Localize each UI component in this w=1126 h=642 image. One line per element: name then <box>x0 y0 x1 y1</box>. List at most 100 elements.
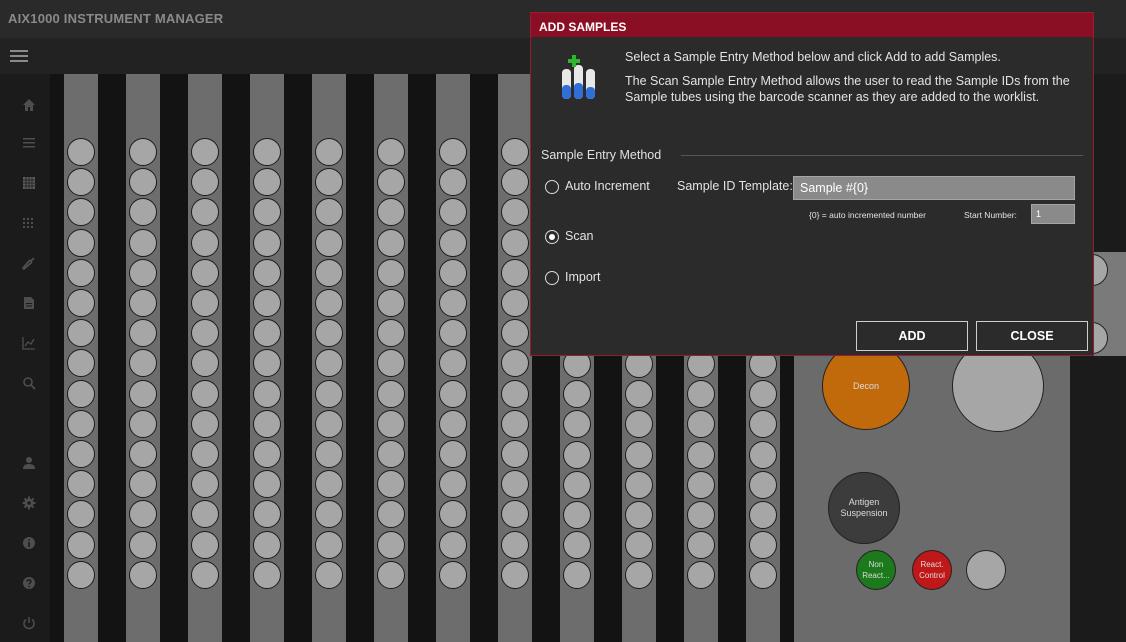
sample-well[interactable] <box>191 168 219 196</box>
sample-well[interactable] <box>625 531 653 559</box>
sample-well[interactable] <box>191 561 219 589</box>
sample-well[interactable] <box>253 500 281 528</box>
sample-well[interactable] <box>191 531 219 559</box>
sample-well[interactable] <box>67 380 95 408</box>
sample-well[interactable] <box>67 410 95 438</box>
sample-well[interactable] <box>377 198 405 226</box>
sample-well[interactable] <box>439 168 467 196</box>
sample-well[interactable] <box>439 289 467 317</box>
sample-well[interactable] <box>315 349 343 377</box>
sample-well[interactable] <box>501 168 529 196</box>
plate-grid-icon[interactable] <box>22 176 36 190</box>
sample-well[interactable] <box>439 198 467 226</box>
sample-well[interactable] <box>191 229 219 257</box>
sample-well[interactable] <box>67 531 95 559</box>
sample-well[interactable] <box>315 259 343 287</box>
sample-well[interactable] <box>315 380 343 408</box>
sample-well[interactable] <box>563 380 591 408</box>
sample-well[interactable] <box>253 168 281 196</box>
sample-well[interactable] <box>129 470 157 498</box>
sample-well[interactable] <box>129 259 157 287</box>
sample-well[interactable] <box>625 410 653 438</box>
sample-well[interactable] <box>501 561 529 589</box>
sample-well[interactable] <box>749 471 777 499</box>
sample-well[interactable] <box>129 500 157 528</box>
sample-well[interactable] <box>377 380 405 408</box>
sample-well[interactable] <box>315 319 343 347</box>
sample-well[interactable] <box>563 531 591 559</box>
sample-well[interactable] <box>501 259 529 287</box>
sample-well[interactable] <box>67 561 95 589</box>
sample-well[interactable] <box>129 531 157 559</box>
gear-icon[interactable] <box>22 496 36 510</box>
sample-well[interactable] <box>439 138 467 166</box>
sample-well[interactable] <box>687 410 715 438</box>
sample-well[interactable] <box>439 500 467 528</box>
sample-well[interactable] <box>377 410 405 438</box>
sample-well[interactable] <box>253 198 281 226</box>
sample-well[interactable] <box>129 138 157 166</box>
sample-well[interactable] <box>253 349 281 377</box>
sample-well[interactable] <box>67 229 95 257</box>
sample-well[interactable] <box>439 259 467 287</box>
sample-well[interactable] <box>253 531 281 559</box>
sample-well[interactable] <box>191 138 219 166</box>
sample-well[interactable] <box>191 380 219 408</box>
sample-well[interactable] <box>67 198 95 226</box>
sample-well[interactable] <box>67 440 95 468</box>
sample-well[interactable] <box>501 500 529 528</box>
menu-icon[interactable] <box>10 50 28 62</box>
sample-well[interactable] <box>501 319 529 347</box>
sample-well[interactable] <box>315 470 343 498</box>
sample-well[interactable] <box>377 168 405 196</box>
sample-well[interactable] <box>501 470 529 498</box>
sample-well[interactable] <box>315 168 343 196</box>
sample-well[interactable] <box>191 410 219 438</box>
sample-well[interactable] <box>253 319 281 347</box>
home-icon[interactable] <box>22 98 36 112</box>
sample-well[interactable] <box>687 441 715 469</box>
sample-well[interactable] <box>501 229 529 257</box>
sample-well[interactable] <box>439 470 467 498</box>
sample-well[interactable] <box>687 501 715 529</box>
user-icon[interactable] <box>22 456 36 470</box>
sample-well[interactable] <box>67 319 95 347</box>
sample-well[interactable] <box>377 229 405 257</box>
info-icon[interactable] <box>22 536 36 550</box>
antigen-suspension-reagent[interactable]: Antigen Suspension <box>828 472 900 544</box>
sample-well[interactable] <box>439 229 467 257</box>
sample-well[interactable] <box>129 410 157 438</box>
sample-well[interactable] <box>315 289 343 317</box>
sample-well[interactable] <box>439 561 467 589</box>
sample-well[interactable] <box>563 441 591 469</box>
sample-well[interactable] <box>191 289 219 317</box>
sample-well[interactable] <box>501 380 529 408</box>
sample-well[interactable] <box>501 289 529 317</box>
power-icon[interactable] <box>22 616 36 630</box>
sample-well[interactable] <box>315 500 343 528</box>
reactive-control[interactable]: React. Control <box>912 550 952 590</box>
sample-well[interactable] <box>253 561 281 589</box>
sample-well[interactable] <box>687 380 715 408</box>
sample-well[interactable] <box>687 531 715 559</box>
sample-well[interactable] <box>687 471 715 499</box>
list-icon[interactable] <box>22 136 36 150</box>
import-radio[interactable] <box>545 271 559 285</box>
start-number-input[interactable] <box>1031 204 1075 224</box>
sample-well[interactable] <box>253 380 281 408</box>
help-icon[interactable] <box>22 576 36 590</box>
sample-well[interactable] <box>563 501 591 529</box>
sample-well[interactable] <box>377 561 405 589</box>
sample-well[interactable] <box>67 138 95 166</box>
sample-well[interactable] <box>625 441 653 469</box>
grid-dots-icon[interactable] <box>22 216 36 230</box>
sample-well[interactable] <box>377 319 405 347</box>
sample-well[interactable] <box>563 410 591 438</box>
sample-well[interactable] <box>501 198 529 226</box>
sample-well[interactable] <box>191 319 219 347</box>
sample-well[interactable] <box>253 470 281 498</box>
sample-well[interactable] <box>625 561 653 589</box>
sample-well[interactable] <box>377 440 405 468</box>
sample-well[interactable] <box>377 500 405 528</box>
sample-well[interactable] <box>129 380 157 408</box>
